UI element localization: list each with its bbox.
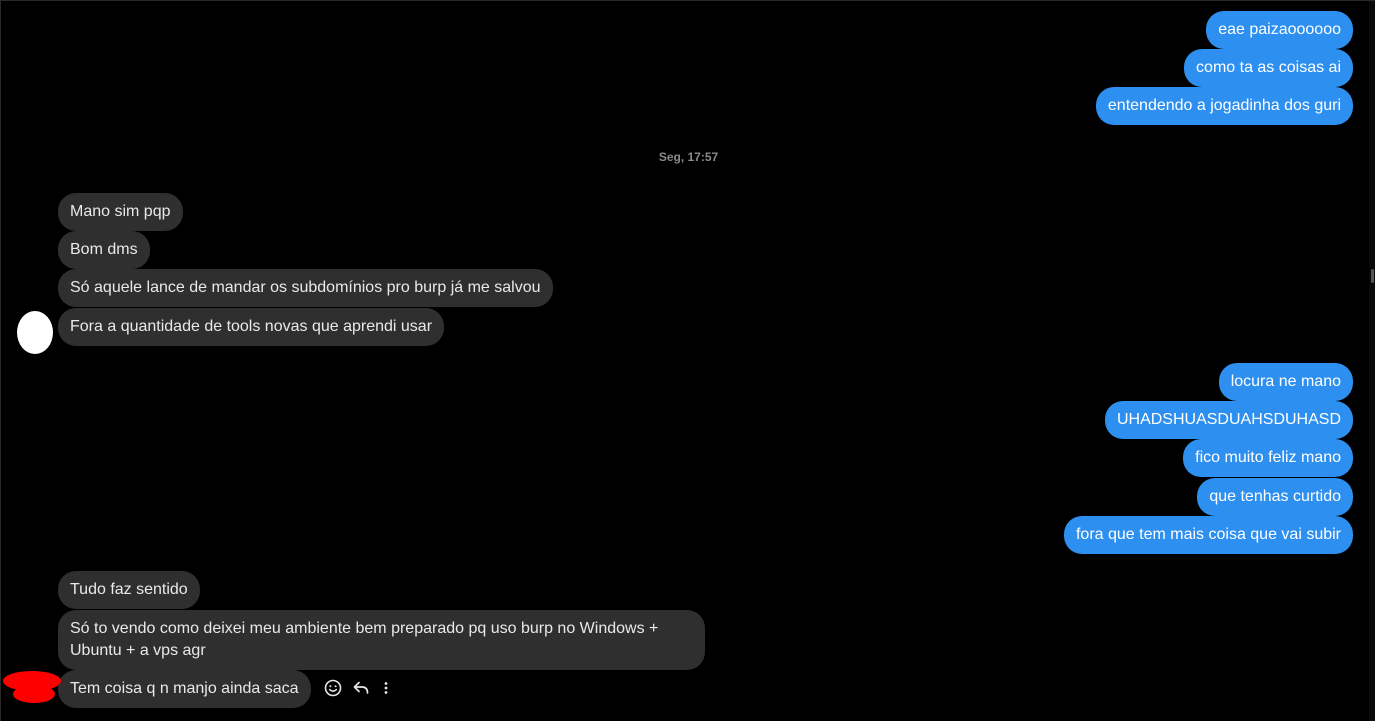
sent-message[interactable]: entendendo a jogadinha dos guri: [1095, 87, 1353, 125]
received-message[interactable]: Tem coisa q n manjo ainda saca: [58, 670, 311, 708]
more-vertical-icon[interactable]: [379, 678, 393, 698]
chat-thread: eae paizaoooooo como ta as coisas ai ent…: [0, 0, 1375, 721]
redacted-avatar: [13, 685, 55, 703]
scrollbar-thumb[interactable]: [1371, 269, 1374, 283]
reply-icon[interactable]: [351, 678, 371, 698]
scrollbar[interactable]: [1369, 1, 1375, 721]
smiley-icon[interactable]: [323, 678, 343, 698]
sent-message[interactable]: eae paizaoooooo: [1206, 11, 1353, 49]
received-message[interactable]: Só aquele lance de mandar os subdomínios…: [58, 269, 553, 307]
message-actions: [323, 677, 393, 699]
received-message[interactable]: Só to vendo como deixei meu ambiente bem…: [58, 610, 705, 670]
received-message[interactable]: Mano sim pqp: [58, 193, 183, 231]
received-message[interactable]: Fora a quantidade de tools novas que apr…: [58, 308, 445, 346]
sent-message[interactable]: fico muito feliz mano: [1183, 439, 1353, 477]
sent-message[interactable]: como ta as coisas ai: [1184, 49, 1353, 87]
received-message[interactable]: Bom dms: [58, 231, 150, 269]
received-message[interactable]: Tudo faz sentido: [58, 571, 200, 609]
message-timestamp: Seg, 17:57: [658, 150, 719, 164]
sent-message[interactable]: que tenhas curtido: [1197, 478, 1353, 516]
sent-message[interactable]: UHADSHUASDUAHSDUHASD: [1104, 401, 1353, 439]
sent-message[interactable]: locura ne mano: [1218, 363, 1353, 401]
sent-message[interactable]: fora que tem mais coisa que vai subir: [1063, 516, 1353, 554]
avatar[interactable]: [17, 311, 53, 354]
